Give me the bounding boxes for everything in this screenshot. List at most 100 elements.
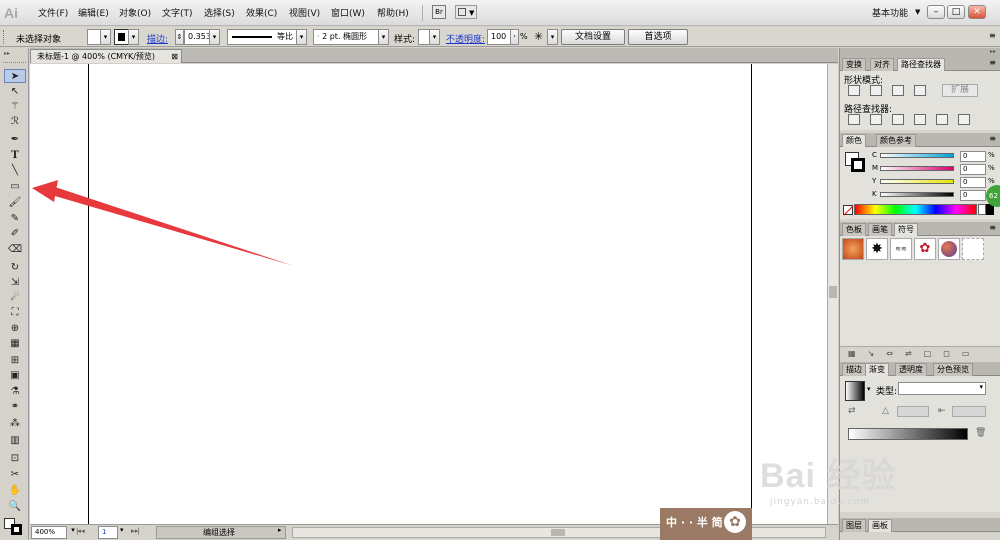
- horizontal-scroll-thumb[interactable]: [551, 529, 565, 536]
- paintbrush-tool-icon[interactable]: 🖌: [4, 196, 26, 210]
- symbols-panel-footer-icons[interactable]: ▦↘⇔⇌□◻▭: [840, 346, 1000, 360]
- intersect-icon[interactable]: [892, 85, 904, 96]
- reverse-gradient-icon[interactable]: ⇄: [848, 406, 856, 416]
- brush-dropdown[interactable]: ▾: [378, 29, 389, 45]
- zoom-tool-icon[interactable]: 🔍: [4, 500, 26, 514]
- fill-dropdown[interactable]: ▾: [100, 29, 111, 45]
- document-tab[interactable]: 未标题-1 @ 400% (CMYK/预览) ⊠: [30, 49, 182, 63]
- color-panel-menu-icon[interactable]: ≡: [989, 134, 996, 143]
- artboard-tool-icon[interactable]: ⊡: [4, 452, 26, 466]
- status-menu-arrow[interactable]: ▸: [278, 526, 282, 534]
- outline-icon[interactable]: [936, 114, 948, 125]
- channel-value-c[interactable]: 0: [960, 151, 986, 162]
- menu-effect[interactable]: 效果(C): [246, 6, 277, 19]
- tab-artboards[interactable]: 画板: [868, 519, 892, 532]
- none-color-swatch[interactable]: [843, 205, 854, 216]
- gradient-preview-swatch[interactable]: [845, 381, 865, 401]
- zoom-input[interactable]: 400%: [31, 526, 67, 539]
- channel-value-y[interactable]: 0: [960, 177, 986, 188]
- stroke-swatch[interactable]: [114, 29, 129, 45]
- lasso-tool-icon[interactable]: ℛ: [4, 115, 26, 129]
- tab-align[interactable]: 对齐: [870, 58, 894, 71]
- preferences-button[interactable]: 首选项: [628, 29, 688, 45]
- grunge-symbol[interactable]: ≋≋: [890, 238, 912, 260]
- fill-swatch[interactable]: [87, 29, 101, 45]
- pen-tool-icon[interactable]: ✒: [4, 133, 26, 147]
- direct-selection-tool-icon[interactable]: ↖: [4, 85, 26, 99]
- perspective-grid-tool-icon[interactable]: ▦: [4, 337, 26, 351]
- tab-symbols[interactable]: 符号: [894, 223, 918, 236]
- symbol-sprayer-tool-icon[interactable]: ⁂: [4, 417, 26, 431]
- artboard-dropdown[interactable]: ▾: [120, 526, 124, 534]
- mesh-tool-icon[interactable]: ⊞: [4, 354, 26, 368]
- color-spectrum[interactable]: [854, 204, 977, 215]
- recolor-dropdown[interactable]: ▾: [547, 29, 558, 45]
- divide-icon[interactable]: [848, 114, 860, 125]
- tab-gradient[interactable]: 渐变: [865, 363, 889, 376]
- ribbon-symbol[interactable]: ✿: [914, 238, 936, 260]
- bridge-icon[interactable]: Br: [432, 5, 446, 19]
- scale-tool-icon[interactable]: ⇲: [4, 276, 26, 290]
- tab-layers[interactable]: 图层: [842, 519, 866, 532]
- line-tool-icon[interactable]: ╲: [4, 164, 26, 178]
- selection-tool-icon[interactable]: ➤: [4, 69, 26, 83]
- color-stroke-icon[interactable]: [851, 158, 865, 172]
- tab-transform[interactable]: 变换: [842, 58, 866, 71]
- minus-front-icon[interactable]: [870, 85, 882, 96]
- eyedropper-tool-icon[interactable]: ⚗: [4, 385, 26, 399]
- gradient-preview-dropdown[interactable]: ▾: [867, 385, 871, 393]
- document-close-icon[interactable]: ⊠: [171, 50, 178, 63]
- minimize-button[interactable]: –: [927, 5, 945, 19]
- channel-slider-c[interactable]: [880, 153, 954, 158]
- cube-symbol[interactable]: [842, 238, 864, 260]
- gradient-angle-input[interactable]: [897, 406, 929, 417]
- opacity-arrow[interactable]: ›: [510, 29, 519, 45]
- channel-slider-y[interactable]: [880, 179, 954, 184]
- exclude-icon[interactable]: [914, 85, 926, 96]
- tab-pathfinder[interactable]: 路径查找器: [897, 58, 945, 71]
- channel-slider-k[interactable]: [880, 192, 954, 197]
- stroke-profile-dropdown[interactable]: ▾: [296, 29, 307, 45]
- crop-icon[interactable]: [914, 114, 926, 125]
- shape-builder-tool-icon[interactable]: ⊕: [4, 322, 26, 336]
- slice-tool-icon[interactable]: ✂: [4, 468, 26, 482]
- delete-stop-icon[interactable]: 🗑: [975, 428, 986, 438]
- warp-tool-icon[interactable]: ☄: [4, 291, 26, 305]
- rectangle-tool-icon[interactable]: ▭: [4, 180, 26, 194]
- artboard-first-prev-icon[interactable]: |◂ ◂: [76, 527, 85, 535]
- stroke-color-icon[interactable]: [11, 524, 22, 535]
- menu-edit[interactable]: 编辑(E): [78, 6, 109, 19]
- stroke-link[interactable]: 描边:: [147, 32, 168, 45]
- channel-slider-m[interactable]: [880, 166, 954, 171]
- opacity-input[interactable]: 100: [487, 29, 511, 45]
- white-swatch[interactable]: [978, 204, 986, 215]
- sphere-symbol[interactable]: [938, 238, 960, 260]
- workspace-switcher[interactable]: 基本功能: [872, 6, 908, 19]
- tab-stroke[interactable]: 描边: [842, 363, 866, 376]
- tab-transparency[interactable]: 透明度: [895, 363, 927, 376]
- stroke-weight-input[interactable]: 0.353: [184, 29, 210, 45]
- trim-icon[interactable]: [870, 114, 882, 125]
- eraser-tool-icon[interactable]: ⌫: [4, 243, 26, 257]
- pathfinder-panel-menu-icon[interactable]: ≡: [989, 58, 996, 67]
- aspect-ratio-icon[interactable]: ⇤: [938, 406, 946, 416]
- stroke-dropdown[interactable]: ▾: [128, 29, 139, 45]
- arrange-documents-icon[interactable]: ▼: [455, 5, 477, 19]
- splat-symbol[interactable]: ✸: [866, 238, 888, 260]
- free-transform-tool-icon[interactable]: ⛶: [4, 306, 26, 320]
- column-graph-tool-icon[interactable]: ▥: [4, 434, 26, 448]
- expand-button[interactable]: 扩展: [942, 84, 978, 97]
- gradient-aspect-input[interactable]: [952, 406, 986, 417]
- artboard-next-last-icon[interactable]: ▸ ▸|: [131, 527, 140, 535]
- magic-wand-tool-icon[interactable]: ⚚: [4, 100, 26, 114]
- dock-collapse-icon[interactable]: ▸▸: [840, 48, 1000, 57]
- opacity-link[interactable]: 不透明度:: [446, 32, 485, 45]
- menu-object[interactable]: 对象(O): [119, 6, 151, 19]
- stroke-gradient-icon[interactable]: △: [882, 406, 889, 416]
- toolbox-collapse-icon[interactable]: ▸▸: [4, 50, 10, 57]
- symbols-panel-menu-icon[interactable]: ≡: [989, 223, 996, 232]
- minus-back-icon[interactable]: [958, 114, 970, 125]
- channel-value-m[interactable]: 0: [960, 164, 986, 175]
- stroke-weight-dropdown[interactable]: ▾: [209, 29, 220, 45]
- tab-separations-preview[interactable]: 分色预览: [933, 363, 973, 376]
